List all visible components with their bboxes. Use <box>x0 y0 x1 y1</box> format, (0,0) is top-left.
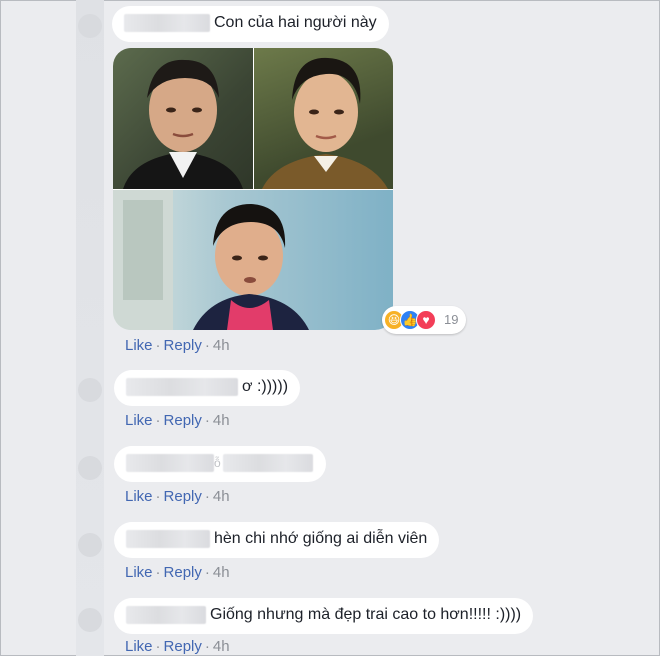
like-button[interactable]: Like <box>125 488 153 505</box>
like-button[interactable]: Like <box>125 638 153 655</box>
timestamp[interactable]: 4h <box>213 412 230 429</box>
portrait-illustration <box>123 59 243 189</box>
photo-portrait-3 <box>113 190 393 330</box>
avatar[interactable] <box>78 456 102 480</box>
comment-actions: Like · Reply · 4h <box>125 337 230 354</box>
comment-actions: Like · Reply · 4h <box>125 564 230 581</box>
commenter-name-redacted[interactable] <box>126 605 206 624</box>
reply-button[interactable]: Reply <box>164 488 202 505</box>
avatar[interactable] <box>78 533 102 557</box>
portrait-illustration <box>262 57 388 189</box>
comment-bubble: ỗ <box>114 446 326 482</box>
separator: · <box>155 412 161 429</box>
timestamp[interactable]: 4h <box>213 337 230 354</box>
avatar[interactable] <box>78 14 102 38</box>
separator: · <box>204 337 210 354</box>
avatar[interactable] <box>78 608 102 632</box>
comment-bubble: hèn chi nhớ giống ai diễn viên <box>114 522 440 558</box>
timestamp[interactable]: 4h <box>213 488 230 505</box>
photo-portrait-2 <box>254 48 393 189</box>
separator: · <box>155 488 161 505</box>
comment-text: ỗ <box>214 456 221 470</box>
separator: · <box>155 564 161 581</box>
commenter-name-redacted[interactable] <box>124 13 210 32</box>
comment-bubble: ơ :))))) <box>114 370 301 406</box>
love-icon: ♥ <box>416 310 436 330</box>
separator: · <box>155 337 161 354</box>
comment-actions: Like · Reply · 4h <box>125 638 230 655</box>
commenter-name-redacted[interactable] <box>126 529 210 548</box>
commenter-name-redacted[interactable] <box>126 453 214 472</box>
comment-text: hèn chi nhớ giống ai diễn viên <box>214 530 428 547</box>
commenter-name-redacted[interactable] <box>126 377 238 396</box>
avatar-column <box>76 0 104 656</box>
comment-actions: Like · Reply · 4h <box>125 412 230 429</box>
photo-portrait-1 <box>113 48 253 189</box>
timestamp[interactable]: 4h <box>213 564 230 581</box>
avatar[interactable] <box>78 378 102 402</box>
reactions-summary[interactable]: 😆 👍 ♥ 19 <box>382 306 466 334</box>
like-button[interactable]: Like <box>125 564 153 581</box>
attached-photo[interactable] <box>113 48 393 330</box>
separator: · <box>155 638 161 655</box>
reply-button[interactable]: Reply <box>164 412 202 429</box>
separator: · <box>204 488 210 505</box>
comment-bubble: Giống nhưng mà đẹp trai cao to hơn!!!!! … <box>114 598 534 634</box>
reaction-count: 19 <box>444 312 459 327</box>
reply-button[interactable]: Reply <box>164 564 202 581</box>
reply-button[interactable]: Reply <box>164 337 202 354</box>
comment-bubble: Con của hai người này <box>112 6 389 42</box>
timestamp[interactable]: 4h <box>213 638 230 655</box>
separator: · <box>204 412 210 429</box>
comment-text: Con của hai người này <box>214 14 377 31</box>
comment-actions: Like · Reply · 4h <box>125 488 230 505</box>
comment-text-redacted <box>222 453 313 472</box>
like-button[interactable]: Like <box>125 412 153 429</box>
portrait-illustration <box>113 190 309 330</box>
comment-text: Giống nhưng mà đẹp trai cao to hơn!!!!! … <box>210 606 522 623</box>
like-button[interactable]: Like <box>125 337 153 354</box>
separator: · <box>204 638 210 655</box>
comment-text: ơ :))))) <box>242 378 289 395</box>
separator: · <box>204 564 210 581</box>
reply-button[interactable]: Reply <box>164 638 202 655</box>
